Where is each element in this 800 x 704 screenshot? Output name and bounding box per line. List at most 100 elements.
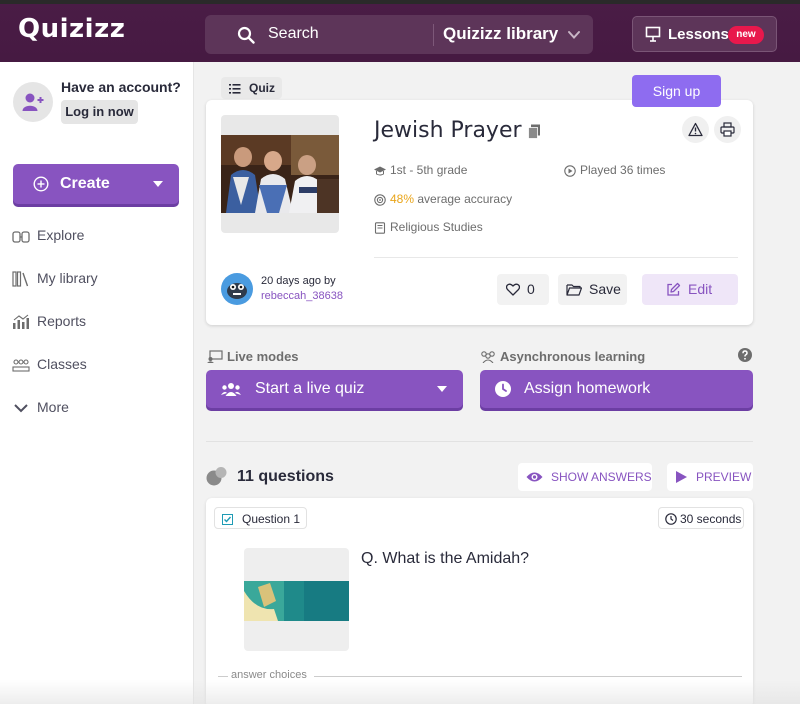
checkbox-icon bbox=[222, 514, 233, 525]
graduation-cap-icon bbox=[374, 166, 386, 176]
show-answers-button[interactable]: SHOW ANSWERS bbox=[518, 463, 652, 491]
async-learning-heading: Asynchronous learning bbox=[500, 349, 646, 364]
question-image bbox=[244, 581, 349, 621]
edit-label: Edit bbox=[688, 281, 713, 297]
library-select[interactable]: Quizizz library bbox=[443, 24, 558, 44]
new-badge: new bbox=[728, 26, 764, 44]
sidebar-item-explore[interactable]: Explore bbox=[12, 224, 182, 248]
quiz-thumbnail bbox=[221, 115, 339, 233]
print-button[interactable] bbox=[714, 116, 741, 143]
divider-line bbox=[314, 676, 742, 677]
author-name-link[interactable]: rebeccah_38638 bbox=[261, 290, 343, 302]
plus-circle-icon bbox=[33, 176, 49, 192]
bottom-fade bbox=[0, 680, 800, 704]
copy-icon[interactable] bbox=[528, 124, 541, 139]
list-icon bbox=[229, 84, 241, 94]
caret-down-icon[interactable] bbox=[153, 181, 163, 187]
sidebar-item-label: My library bbox=[37, 270, 98, 286]
accuracy-text: 48% average accuracy bbox=[390, 192, 512, 206]
start-live-quiz-button[interactable]: Start a live quiz bbox=[206, 370, 463, 408]
live-modes-heading: Live modes bbox=[227, 349, 299, 364]
play-icon bbox=[676, 471, 687, 483]
account-prompt: Have an account? bbox=[61, 79, 181, 95]
book-icon bbox=[374, 222, 386, 234]
question-time-tag: 30 seconds bbox=[658, 507, 744, 529]
start-live-quiz-label: Start a live quiz bbox=[255, 380, 365, 397]
questions-icon bbox=[206, 467, 227, 486]
create-label: Create bbox=[60, 175, 110, 192]
search-icon bbox=[237, 26, 255, 44]
folder-icon bbox=[566, 284, 582, 296]
assign-homework-label: Assign homework bbox=[524, 380, 651, 397]
quiz-info-card: Jewish Prayer 1st - 5th grade Played 36 … bbox=[206, 100, 753, 325]
users-icon bbox=[221, 383, 241, 396]
heart-icon bbox=[506, 283, 520, 296]
accuracy-label: average accuracy bbox=[414, 192, 513, 206]
window-edge bbox=[0, 0, 800, 4]
section-divider bbox=[206, 441, 753, 442]
save-label: Save bbox=[589, 281, 621, 297]
sidebar: Have an account? Log in now Create Explo… bbox=[0, 62, 194, 704]
edit-icon bbox=[667, 282, 681, 296]
question-count: 11 questions bbox=[237, 468, 334, 485]
save-button[interactable]: Save bbox=[558, 274, 627, 305]
played-count: Played 36 times bbox=[580, 163, 666, 177]
chevron-down-icon bbox=[14, 404, 28, 413]
created-time: 20 days ago by bbox=[261, 275, 336, 287]
target-icon bbox=[374, 194, 386, 206]
author-avatar[interactable] bbox=[221, 273, 253, 305]
warning-icon bbox=[688, 122, 703, 137]
explore-icon bbox=[12, 231, 30, 243]
grade-text: 1st - 5th grade bbox=[390, 163, 468, 177]
create-button[interactable]: Create bbox=[13, 164, 179, 204]
chevron-down-icon[interactable] bbox=[567, 28, 581, 42]
assign-homework-button[interactable]: Assign homework bbox=[480, 370, 753, 408]
top-navigation-bar: Quizizz Search Quizizz library Lessons n… bbox=[0, 0, 800, 62]
quiz-cover-image bbox=[221, 135, 339, 213]
library-icon bbox=[12, 271, 29, 287]
sidebar-item-classes[interactable]: Classes bbox=[12, 353, 182, 377]
caret-down-icon[interactable] bbox=[437, 386, 447, 392]
live-modes-icon bbox=[207, 350, 223, 363]
classes-icon bbox=[12, 359, 30, 372]
preview-button[interactable]: PREVIEW bbox=[667, 463, 753, 491]
quiz-type-tag: Quiz bbox=[221, 77, 282, 99]
divider-line bbox=[218, 676, 228, 677]
subject-text: Religious Studies bbox=[390, 220, 483, 234]
sidebar-item-label: Reports bbox=[37, 313, 87, 329]
help-icon[interactable] bbox=[738, 348, 752, 362]
sign-up-button[interactable]: Sign up bbox=[632, 75, 721, 107]
like-count: 0 bbox=[527, 281, 535, 297]
quiz-title: Jewish Prayer bbox=[374, 118, 522, 143]
reports-icon bbox=[13, 314, 29, 329]
edit-button[interactable]: Edit bbox=[642, 274, 738, 305]
question-number: Question 1 bbox=[242, 512, 301, 526]
card-divider bbox=[374, 257, 738, 258]
like-button[interactable]: 0 bbox=[497, 274, 549, 305]
lessons-label: Lessons bbox=[668, 26, 729, 43]
question-card: Question 1 30 seconds Q. What is the Ami… bbox=[206, 498, 753, 704]
search-bar[interactable]: Search Quizizz library bbox=[205, 15, 593, 54]
search-input[interactable]: Search bbox=[268, 25, 319, 43]
sidebar-item-my-library[interactable]: My library bbox=[12, 267, 182, 291]
group-icon bbox=[481, 351, 495, 363]
clock-icon bbox=[665, 513, 677, 525]
sidebar-item-reports[interactable]: Reports bbox=[12, 310, 182, 334]
presentation-icon bbox=[645, 26, 661, 42]
guest-avatar bbox=[13, 82, 53, 122]
report-button[interactable] bbox=[682, 116, 709, 143]
login-button[interactable]: Log in now bbox=[61, 100, 138, 124]
clock-icon bbox=[495, 381, 511, 397]
sidebar-item-label: Explore bbox=[37, 227, 85, 243]
sidebar-item-label: Classes bbox=[37, 356, 87, 372]
eye-icon bbox=[526, 472, 543, 482]
lessons-button[interactable]: Lessons new bbox=[632, 16, 777, 52]
quiz-type-label: Quiz bbox=[249, 81, 275, 95]
accuracy-value: 48% bbox=[390, 192, 415, 206]
search-divider bbox=[433, 24, 434, 46]
sidebar-item-more[interactable]: More bbox=[12, 396, 182, 420]
quizizz-logo[interactable]: Quizizz bbox=[18, 14, 125, 44]
question-text: Q. What is the Amidah? bbox=[361, 550, 530, 567]
question-number-tag: Question 1 bbox=[214, 507, 307, 529]
printer-icon bbox=[720, 122, 735, 137]
